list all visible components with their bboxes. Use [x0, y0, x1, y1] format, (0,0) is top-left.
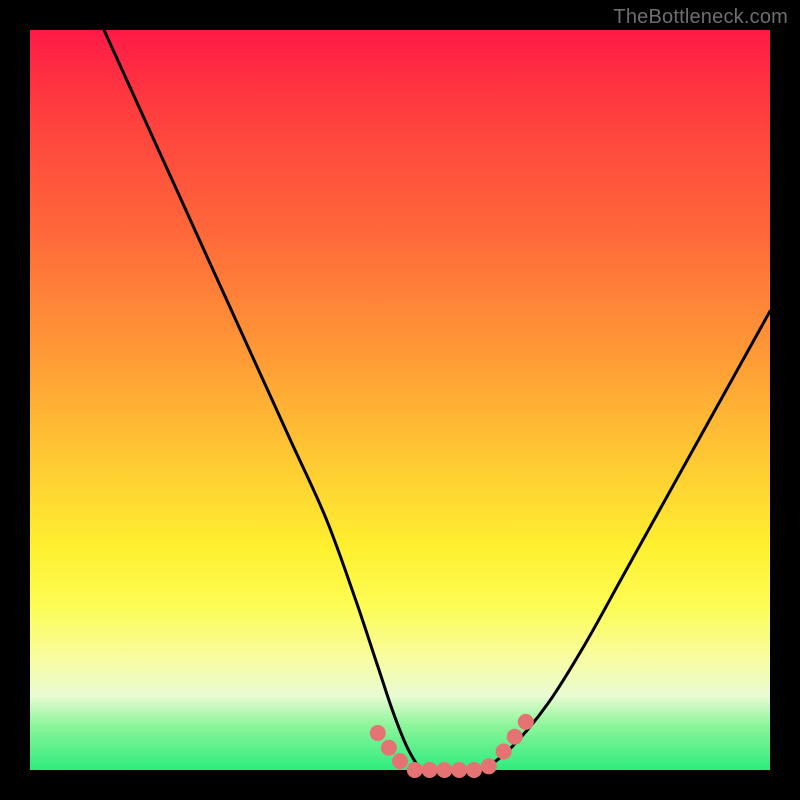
curve-marker [381, 740, 397, 756]
chart-frame: TheBottleneck.com [0, 0, 800, 800]
curve-marker [451, 762, 467, 778]
bottleneck-curve [104, 30, 770, 772]
curve-marker [481, 758, 497, 774]
curve-marker [422, 762, 438, 778]
curve-marker [436, 762, 452, 778]
plot-area [30, 30, 770, 770]
curve-markers [370, 714, 534, 778]
watermark-text: TheBottleneck.com [613, 6, 788, 29]
curve-marker [507, 729, 523, 745]
curve-marker [370, 725, 386, 741]
curve-marker [496, 744, 512, 760]
curve-marker [518, 714, 534, 730]
curve-layer [30, 30, 770, 770]
curve-marker [466, 762, 482, 778]
curve-marker [392, 753, 408, 769]
curve-marker [407, 762, 423, 778]
